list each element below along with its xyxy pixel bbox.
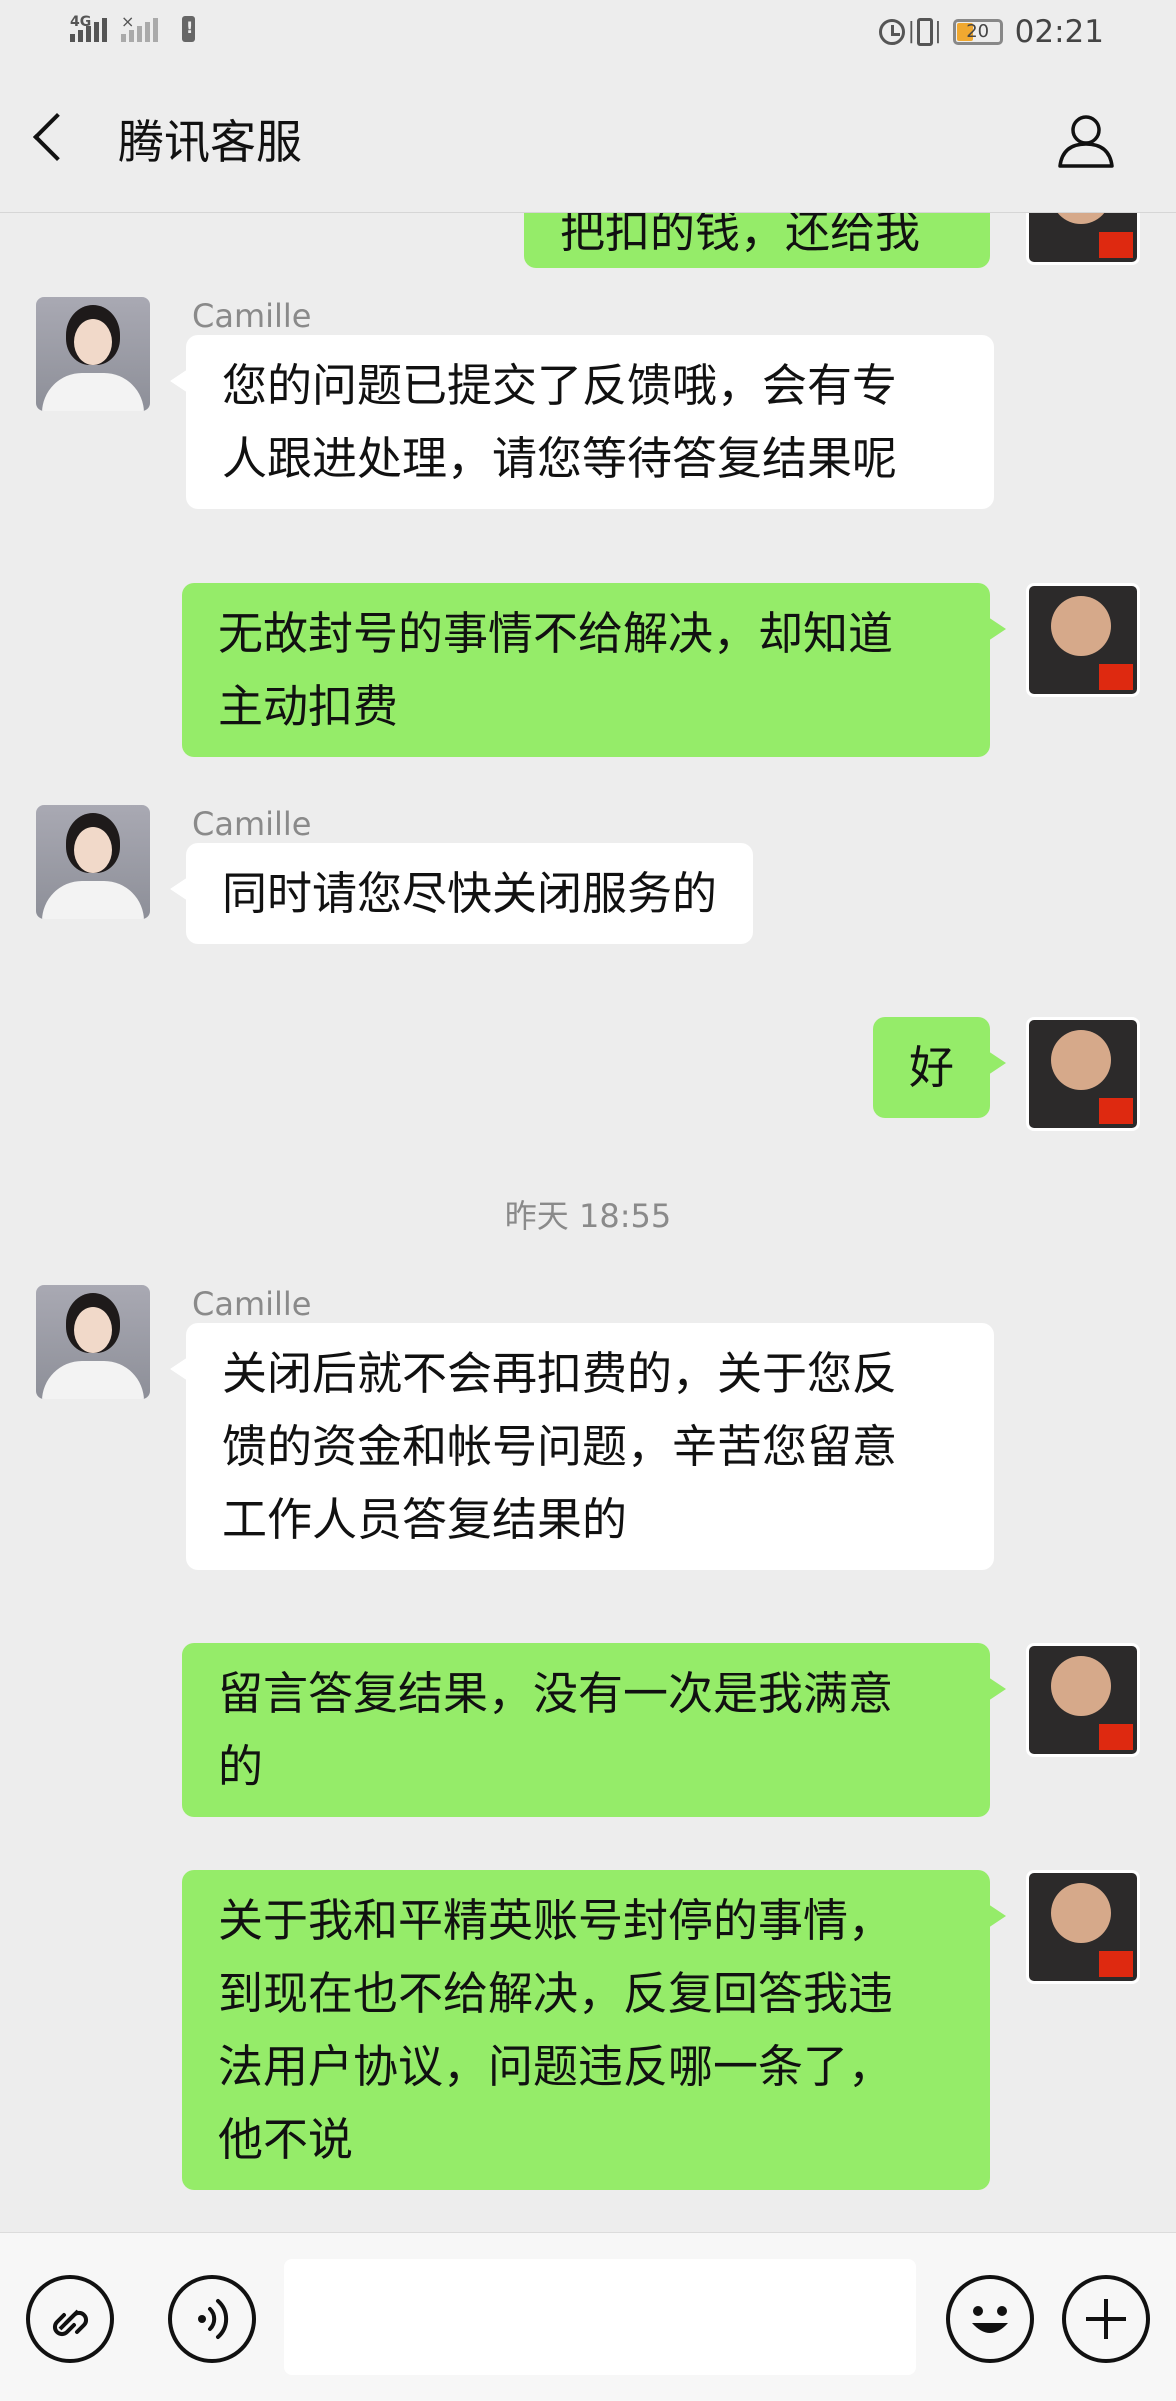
emoji-icon[interactable] xyxy=(946,2275,1034,2363)
message-line: 的 xyxy=(218,1740,264,1793)
timestamp: 昨天 18:55 xyxy=(504,1197,672,1235)
message-line: 关闭后就不会再扣费的，关于您反 xyxy=(222,1347,898,1400)
message-bubble-incoming[interactable]: 关闭后就不会再扣费的，关于您反 馈的资金和帐号问题，辛苦您留意 工作人员答复结果… xyxy=(170,1323,994,1570)
network-type-label: 4G xyxy=(70,14,92,30)
message-line: 主动扣费 xyxy=(218,680,399,733)
chevron-left-icon[interactable] xyxy=(32,112,82,162)
message-bubble-outgoing[interactable]: 关于我和平精英账号封停的事情， 到现在也不给解决，反复回答我违 法用户协议，问题… xyxy=(182,1870,1006,2190)
avatar-me[interactable] xyxy=(1026,213,1140,265)
message-line: 法用户协议，问题违反哪一条了， xyxy=(218,2040,894,2093)
message-line: 您的问题已提交了反馈哦，会有专 xyxy=(222,359,898,412)
vibrate-icon xyxy=(908,18,942,46)
message-input[interactable] xyxy=(284,2259,916,2375)
message-line: 他不说 xyxy=(218,2113,354,2166)
message-bubble-outgoing[interactable]: 留言答复结果，没有一次是我满意 的 xyxy=(182,1643,1006,1817)
sender-name: Camille xyxy=(192,805,312,843)
sim-alert-icon xyxy=(182,16,195,42)
signal-indicators: 4G × xyxy=(70,12,195,42)
page-title: 腾讯客服 xyxy=(118,115,302,169)
signal-off-icon: × xyxy=(121,12,158,42)
message-line: 留言答复结果，没有一次是我满意 xyxy=(218,1667,894,1720)
voice-icon[interactable] xyxy=(168,2275,256,2363)
clock: 02:21 xyxy=(1014,14,1104,50)
message-bubble-incoming[interactable]: 您的问题已提交了反馈哦，会有专 人跟进处理，请您等待答复结果呢 xyxy=(170,335,994,509)
avatar-me[interactable] xyxy=(1026,1643,1140,1757)
message-line: 到现在也不给解决，反复回答我违 xyxy=(218,1967,894,2020)
message-bubble-outgoing[interactable]: 好 xyxy=(872,1017,1007,1118)
message-line: 无故封号的事情不给解决，却知道 xyxy=(218,607,894,660)
person-icon[interactable] xyxy=(1056,110,1116,170)
sender-name: Camille xyxy=(192,297,312,335)
message-line: 同时请您尽快关闭服务的 xyxy=(222,867,718,920)
link-icon[interactable] xyxy=(26,2275,114,2363)
status-right: 20 02:21 xyxy=(878,14,1104,50)
status-bar: 4G × 20 02:21 xyxy=(0,0,1176,72)
message-line: 好 xyxy=(908,1041,954,1094)
message-bubble-outgoing[interactable]: 无故封号的事情不给解决，却知道 主动扣费 xyxy=(182,583,1006,757)
message-line: 把扣的钱，还给我 xyxy=(560,213,921,258)
message-line: 工作人员答复结果的 xyxy=(222,1493,628,1546)
sender-name: Camille xyxy=(192,1285,312,1323)
message-bubble-incoming[interactable]: 同时请您尽快关闭服务的 xyxy=(169,843,754,944)
battery-icon: 20 xyxy=(952,19,1003,45)
message-list: 把扣的钱，还给我 Camille 您的问题已提交了反馈哦，会有专 人跟进处理，请… xyxy=(0,213,1176,2231)
avatar-me[interactable] xyxy=(1026,583,1140,697)
signal-4g-icon: 4G xyxy=(70,14,107,42)
plus-icon[interactable] xyxy=(1062,2275,1150,2363)
message-line: 关于我和平精英账号封停的事情， xyxy=(218,1894,894,1947)
battery-level: 20 xyxy=(966,21,990,42)
avatar-me[interactable] xyxy=(1026,1870,1140,1984)
input-bar xyxy=(0,2232,1176,2401)
message-line: 馈的资金和帐号问题，辛苦您留意 xyxy=(222,1420,898,1473)
message-line: 人跟进处理，请您等待答复结果呢 xyxy=(222,432,898,485)
avatar-agent[interactable] xyxy=(36,805,150,919)
alarm-icon xyxy=(878,19,905,45)
avatar-agent[interactable] xyxy=(36,1285,150,1399)
avatar-agent[interactable] xyxy=(36,297,150,411)
chat-header: 腾讯客服 xyxy=(0,72,1176,213)
message-bubble-outgoing[interactable]: 把扣的钱，还给我 xyxy=(524,213,990,268)
avatar-me[interactable] xyxy=(1026,1017,1140,1131)
